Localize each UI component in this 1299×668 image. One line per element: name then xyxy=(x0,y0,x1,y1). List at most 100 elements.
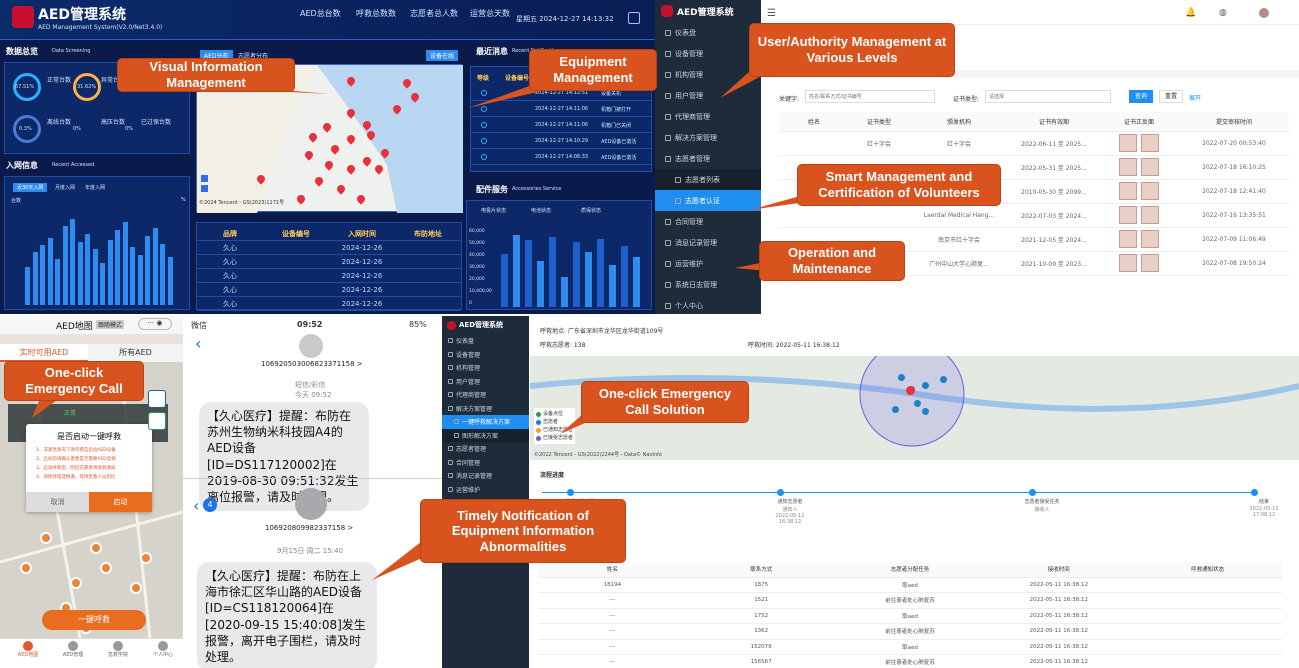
cert-back-image[interactable] xyxy=(1141,133,1159,152)
table-row[interactable]: 久心 2024-12-26 xyxy=(197,255,461,269)
volunteer-icon[interactable] xyxy=(148,412,166,430)
query-button[interactable]: 查询 xyxy=(1129,90,1153,103)
volunteer-marker-icon[interactable] xyxy=(892,406,899,413)
aed-marker-icon[interactable] xyxy=(70,577,82,589)
heart-icon[interactable] xyxy=(148,390,166,408)
table-row[interactable]: --- 152079 取aed 2022-05-11 16:38:12 xyxy=(538,640,1282,655)
cert-front-image[interactable] xyxy=(1119,157,1137,176)
tab-net-30[interactable]: 近30天入网 xyxy=(13,183,48,192)
sidebar-item[interactable]: 系统日志管理 xyxy=(655,274,761,295)
sidebar-item[interactable]: 消息记录管理 xyxy=(655,232,761,253)
table-row[interactable]: 久心 2024-12-26 xyxy=(197,297,461,311)
cert-back-image[interactable] xyxy=(1141,181,1159,200)
recent-row[interactable]: 2024-12-27 14:11:06 机箱门已关闭 xyxy=(471,119,653,133)
legend-checkbox-1[interactable] xyxy=(201,175,208,182)
back-chevron-icon-2[interactable]: ‹ xyxy=(193,496,199,515)
expand-link[interactable]: 展开 xyxy=(1189,93,1201,102)
table-row[interactable]: Laerdal Medical Hang... 2022-07-03 至 2024… xyxy=(779,204,1289,228)
tab-all-aed[interactable]: 所有AED xyxy=(88,344,183,362)
back-chevron-icon[interactable]: ‹ xyxy=(195,334,201,353)
sidebar-item[interactable]: 合同管理 xyxy=(655,211,761,232)
sidebar-item[interactable]: 代理商管理 xyxy=(442,388,529,402)
recent-row[interactable]: 2024-12-27 14:11:06 机箱门被打开 xyxy=(471,103,653,117)
cert-back-image[interactable] xyxy=(1141,229,1159,248)
patient-marker-icon[interactable] xyxy=(906,386,915,395)
fullscreen-icon[interactable] xyxy=(628,12,640,24)
bell-icon[interactable]: 🔔 xyxy=(1185,8,1196,18)
globe-icon[interactable]: ◍ xyxy=(1219,8,1227,18)
cert-type-select[interactable] xyxy=(985,90,1111,103)
sidebar-item[interactable]: 解决方案管理 xyxy=(442,402,529,416)
cert-front-image[interactable] xyxy=(1119,205,1137,224)
sidebar-item[interactable]: 设备管理 xyxy=(655,43,761,64)
sos-button[interactable]: 一键呼救 xyxy=(42,610,146,630)
cert-front-image[interactable] xyxy=(1119,253,1137,272)
start-button[interactable]: 启动 xyxy=(89,492,152,512)
capsule-menu-icon[interactable]: ··· ◉ xyxy=(138,318,172,330)
cert-images[interactable] xyxy=(1099,205,1179,226)
cert-front-image[interactable] xyxy=(1119,133,1137,152)
cancel-button[interactable]: 取消 xyxy=(26,492,89,512)
sidebar-item[interactable]: 运营维护 xyxy=(442,483,529,497)
sidebar-item[interactable]: 用户管理 xyxy=(442,375,529,389)
cert-back-image[interactable] xyxy=(1141,205,1159,224)
tab-net-year[interactable]: 年度入网 xyxy=(85,184,105,191)
sidebar-item[interactable]: 设备管理 xyxy=(442,348,529,362)
bottom-nav-item[interactable]: 个人中心 xyxy=(143,641,183,658)
sidebar-item[interactable]: 机构管理 xyxy=(655,64,761,85)
aed-marker-icon[interactable] xyxy=(90,542,102,554)
volunteer-marker-icon[interactable] xyxy=(922,408,929,415)
aed-marker-icon[interactable] xyxy=(130,582,142,594)
menu-toggle-icon[interactable]: ☰ xyxy=(767,8,776,19)
table-row[interactable]: --- 1752 取aed 2022-05-11 16:38:12 xyxy=(538,609,1282,624)
recent-row[interactable]: 2024-12-27 14:06:33 AED设备已激活 xyxy=(471,151,653,165)
aed-marker-icon[interactable] xyxy=(140,552,152,564)
sidebar-item[interactable]: 一键呼救解决方案 xyxy=(442,415,529,429)
follow-mode-badge[interactable]: 跟随模式 xyxy=(96,320,125,329)
reset-button[interactable]: 重置 xyxy=(1159,90,1183,103)
table-row[interactable]: --- 156567 前往患者处心肺复苏 2022-05-11 16:38:12 xyxy=(538,655,1282,668)
online-badge[interactable]: 设备在线 xyxy=(426,50,459,61)
cert-images[interactable] xyxy=(1099,133,1179,154)
sidebar-item[interactable]: 消息记录管理 xyxy=(442,469,529,483)
bottom-nav-item[interactable]: AED管理 xyxy=(53,641,93,658)
tab-realtime-aed[interactable]: 实时可用AED xyxy=(0,344,88,362)
sidebar-item[interactable]: 志愿者认证 xyxy=(655,190,761,211)
table-row[interactable]: 久心 2024-12-26 xyxy=(197,269,461,283)
cert-images[interactable] xyxy=(1099,181,1179,202)
sidebar-item[interactable]: 个人中心 xyxy=(655,295,761,314)
avatar[interactable] xyxy=(1259,8,1269,18)
sidebar-item[interactable]: 代理商管理 xyxy=(655,106,761,127)
sidebar-item[interactable]: 仪表盘 xyxy=(442,334,529,348)
sender1-number[interactable]: 106920503006823371158 > xyxy=(261,360,363,368)
table-row[interactable]: --- 1521 前往患者处心肺复苏 2022-05-11 16:38:12 xyxy=(538,593,1282,609)
legend-checkbox-2[interactable] xyxy=(201,185,208,192)
bottom-nav-item[interactable]: AED地图 xyxy=(8,641,48,658)
sidebar-item[interactable]: 志愿者列表 xyxy=(655,169,761,190)
volunteer-marker-icon[interactable] xyxy=(940,376,947,383)
cert-front-image[interactable] xyxy=(1119,181,1137,200)
volunteer-marker-icon[interactable] xyxy=(898,374,905,381)
cert-images[interactable] xyxy=(1099,157,1179,178)
cert-images[interactable] xyxy=(1099,253,1179,274)
keyword-input[interactable] xyxy=(805,90,935,103)
sidebar-item[interactable]: 志愿者管理 xyxy=(442,442,529,456)
bottom-nav-item[interactable]: 急救学院 xyxy=(98,641,138,658)
table-row[interactable]: 久心 2024-12-26 xyxy=(197,241,461,255)
tab-net-month[interactable]: 月度入网 xyxy=(55,184,75,191)
sidebar-item[interactable]: 合同管理 xyxy=(442,456,529,470)
table-row[interactable]: 红十字会 红十字会 2022-06-11 至 2025... 2022-07-20 0… xyxy=(779,132,1289,156)
recent-row[interactable]: 2024-12-27 14:10:29 AED设备已激活 xyxy=(471,135,653,149)
sidebar-item[interactable]: 仪表盘 xyxy=(655,22,761,43)
sidebar-item[interactable]: 解决方案管理 xyxy=(655,127,761,148)
cert-back-image[interactable] xyxy=(1141,157,1159,176)
cert-back-image[interactable] xyxy=(1141,253,1159,272)
volunteer-marker-icon[interactable] xyxy=(914,400,921,407)
volunteer-marker-icon[interactable] xyxy=(922,382,929,389)
cert-front-image[interactable] xyxy=(1119,229,1137,248)
aed-marker-icon[interactable] xyxy=(100,562,112,574)
sidebar-item[interactable]: 运营维护 xyxy=(655,253,761,274)
sidebar-item[interactable]: 图形解决方案 xyxy=(442,428,529,442)
sidebar-item[interactable]: 志愿者管理 xyxy=(655,148,761,169)
table-row[interactable]: --- 1362 前往患者处心肺复苏 2022-05-11 16:38:12 xyxy=(538,624,1282,640)
